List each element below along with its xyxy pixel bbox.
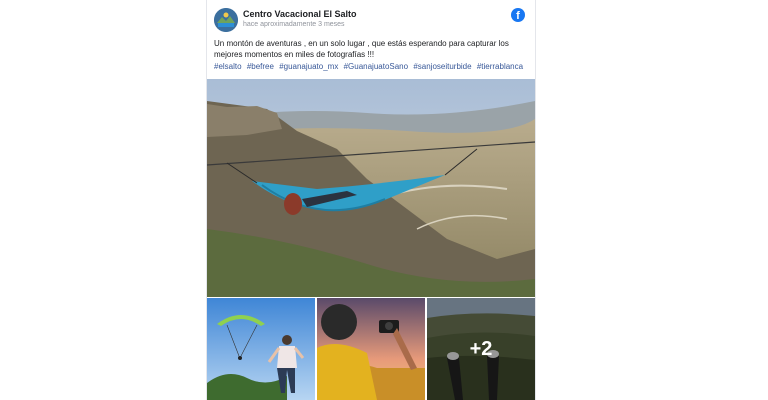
main-photo-hammock[interactable] (207, 79, 535, 297)
post-text: Un montón de aventuras , en un solo luga… (214, 39, 509, 59)
hashtag-link[interactable]: #guanajuato_mx (279, 62, 338, 71)
post-header: Centro Vacacional El Salto hace aproxima… (214, 8, 532, 34)
facebook-icon[interactable]: f (511, 8, 525, 22)
post-timestamp[interactable]: hace aproximadamente 3 meses (243, 21, 345, 28)
hashtag-link[interactable]: #tierrablanca (477, 62, 523, 71)
thumb-paragliding[interactable] (207, 298, 315, 400)
page-name-link[interactable]: Centro Vacacional El Salto (243, 9, 357, 19)
thumb-mountain-view[interactable]: +2 (427, 298, 535, 400)
hashtags: #elsalto #befree #guanajuato_mx #Guanaju… (214, 61, 534, 72)
more-photos-overlay[interactable]: +2 (427, 298, 535, 400)
hashtag-link[interactable]: #befree (247, 62, 274, 71)
facebook-post-card: Centro Vacacional El Salto hace aproxima… (206, 0, 536, 400)
thumb-photographer[interactable] (317, 298, 425, 400)
hashtag-link[interactable]: #GuanajuatoSano (344, 62, 409, 71)
hashtag-link[interactable]: #sanjoseiturbide (413, 62, 471, 71)
hashtag-link[interactable]: #elsalto (214, 62, 242, 71)
page-avatar[interactable] (214, 8, 238, 32)
